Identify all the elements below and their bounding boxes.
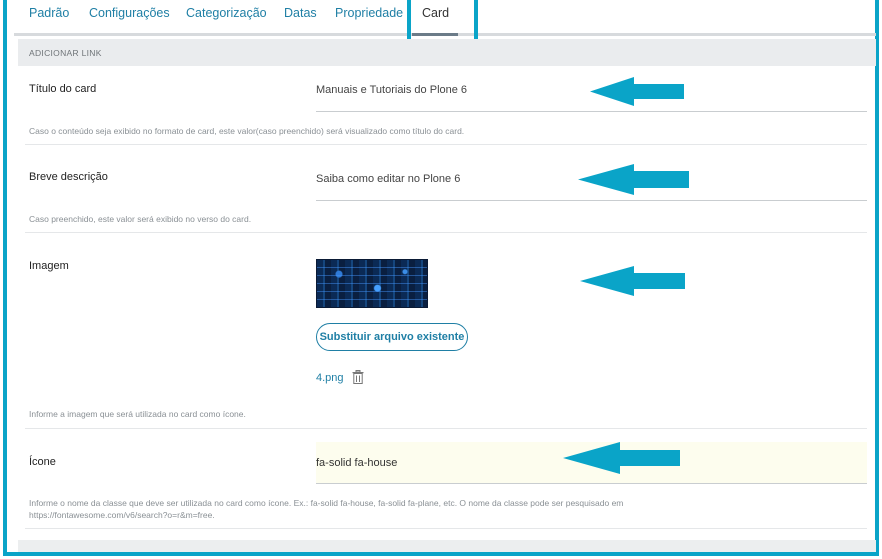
image-filename-link[interactable]: 4.png: [316, 372, 344, 384]
image-thumbnail: [316, 259, 428, 308]
icon-label: Ícone: [29, 456, 56, 468]
left-arrow-icon: [580, 266, 685, 296]
short-description-label: Breve descrição: [29, 171, 108, 183]
tab-highlight-box: [407, 0, 478, 44]
tab-propriedade[interactable]: Propriedade: [335, 6, 403, 20]
tab-categorizacao[interactable]: Categorização: [186, 6, 267, 20]
field-divider: [25, 232, 867, 233]
short-description-underline: [316, 200, 867, 201]
section-header: ADICIONAR LINK: [18, 39, 876, 66]
field-divider: [25, 428, 867, 429]
left-arrow-icon: [590, 77, 684, 106]
icon-help-line2: https://fontawesome.com/v6/search?o=r&m=…: [29, 510, 215, 520]
icon-help-line1: Informe o nome da classe que deve ser ut…: [29, 498, 624, 508]
icon-class-value: fa-solid fa-house: [316, 457, 398, 469]
icon-help: Informe o nome da classe que deve ser ut…: [29, 497, 623, 521]
card-title-label: Título do card: [29, 83, 97, 95]
card-title-underline: [316, 111, 867, 112]
image-help: Informe a imagem que será utilizada no c…: [29, 409, 246, 419]
field-divider: [25, 528, 867, 529]
card-title-input[interactable]: Manuais e Tutoriais do Plone 6: [316, 84, 467, 96]
footer-bar: [18, 540, 876, 552]
left-arrow-icon: [563, 442, 680, 474]
tab-datas[interactable]: Datas: [284, 6, 317, 20]
replace-file-button[interactable]: Substituir arquivo existente: [316, 323, 468, 351]
short-description-input[interactable]: Saiba como editar no Plone 6: [316, 173, 460, 185]
tab-padrao[interactable]: Padrão: [29, 6, 69, 20]
image-label: Imagem: [29, 260, 69, 272]
trash-icon[interactable]: [352, 370, 364, 384]
card-title-help: Caso o conteúdo seja exibido no formato …: [29, 126, 465, 136]
left-arrow-icon: [578, 164, 689, 195]
field-divider: [25, 144, 867, 145]
tab-configuracoes[interactable]: Configurações: [89, 6, 170, 20]
short-description-help: Caso preenchido, este valor será exibido…: [29, 214, 252, 224]
